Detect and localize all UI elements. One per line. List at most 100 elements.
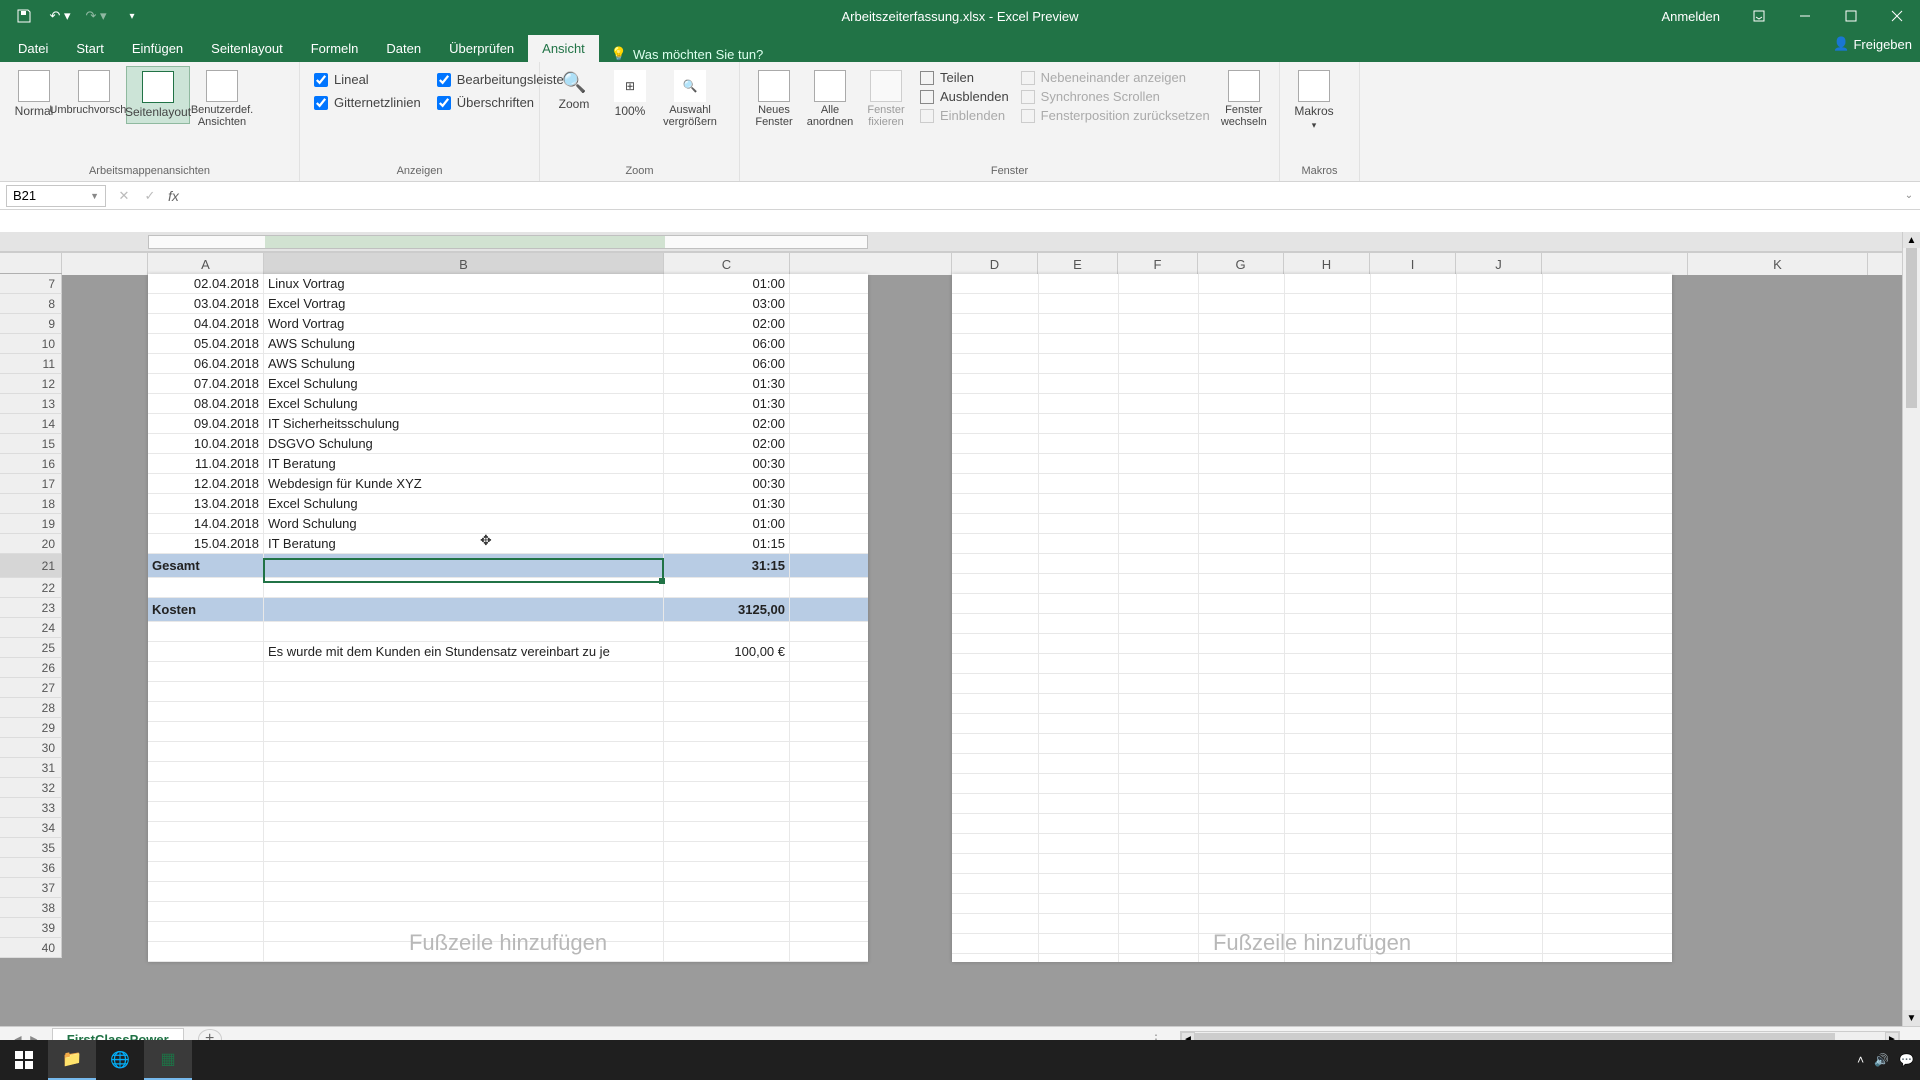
row-header-11[interactable]: 11 [0, 354, 62, 374]
taskbar-excel[interactable]: ▦ [144, 1040, 192, 1080]
row-header-10[interactable]: 10 [0, 334, 62, 354]
undo-icon[interactable]: ↶ ▾ [44, 2, 76, 30]
select-all-corner[interactable] [0, 253, 62, 273]
name-box[interactable]: B21▼ [6, 185, 106, 207]
cell-duration[interactable]: 01:00 [664, 274, 790, 293]
row-header-26[interactable]: 26 [0, 658, 62, 678]
cell-duration[interactable]: 06:00 [664, 334, 790, 353]
tray-action-center-icon[interactable]: 💬 [1899, 1053, 1914, 1067]
table-row[interactable]: 08.04.2018Excel Schulung01:30 [148, 394, 868, 414]
tab-file[interactable]: Datei [4, 35, 62, 62]
cell-date[interactable]: 13.04.2018 [148, 494, 264, 513]
row-header-39[interactable]: 39 [0, 918, 62, 938]
view-custom-views-button[interactable]: Benutzerdef. Ansichten [190, 66, 254, 132]
chk-ruler[interactable]: Lineal [314, 72, 421, 87]
table-row[interactable] [148, 662, 868, 682]
table-row[interactable]: 04.04.2018Word Vortrag02:00 [148, 314, 868, 334]
row-header-22[interactable]: 22 [0, 578, 62, 598]
table-row[interactable]: 11.04.2018IT Beratung00:30 [148, 454, 868, 474]
row-header-36[interactable]: 36 [0, 858, 62, 878]
view-page-break-button[interactable]: Umbruchvorschau [62, 66, 126, 120]
macros-button[interactable]: Makros▾ [1286, 66, 1342, 135]
col-F[interactable]: F [1118, 253, 1198, 275]
row-header-21[interactable]: 21 [0, 554, 62, 578]
table-row[interactable]: 10.04.2018DSGVO Schulung02:00 [148, 434, 868, 454]
cell-desc[interactable]: Excel Vortrag [264, 294, 664, 313]
row-header-33[interactable]: 33 [0, 798, 62, 818]
table-row[interactable] [148, 622, 868, 642]
table-row[interactable] [148, 882, 868, 902]
tab-home[interactable]: Start [62, 35, 117, 62]
scroll-down-icon[interactable]: ▼ [1903, 1010, 1920, 1026]
table-row[interactable] [148, 862, 868, 882]
qat-customize-icon[interactable]: ▾ [116, 2, 148, 30]
ribbon-options-icon[interactable] [1736, 0, 1782, 32]
row-header-29[interactable]: 29 [0, 718, 62, 738]
tray-up-icon[interactable]: ˄ [1857, 1053, 1864, 1067]
col-H[interactable]: H [1284, 253, 1370, 275]
row-header-40[interactable]: 40 [0, 938, 62, 958]
table-row[interactable] [148, 802, 868, 822]
col-C[interactable]: C [664, 253, 790, 275]
fx-icon[interactable]: fx [168, 188, 179, 204]
view-page-layout-button[interactable]: Seitenlayout [126, 66, 190, 124]
row-header-19[interactable]: 19 [0, 514, 62, 534]
table-row[interactable]: 09.04.2018IT Sicherheitsschulung02:00 [148, 414, 868, 434]
arrange-all-button[interactable]: Alle anordnen [802, 66, 858, 132]
freeze-panes-button[interactable]: Fenster fixieren [858, 66, 914, 132]
cell-duration[interactable]: 01:30 [664, 394, 790, 413]
cell-duration[interactable]: 06:00 [664, 354, 790, 373]
column-headers[interactable]: A B C D E F G H I J K L [0, 252, 1920, 274]
cell-desc[interactable]: IT Beratung [264, 454, 664, 473]
table-row[interactable] [148, 682, 868, 702]
zoom-button[interactable]: 🔍Zoom [546, 66, 602, 115]
cell-duration[interactable]: 02:00 [664, 414, 790, 433]
table-row[interactable]: 03.04.2018Excel Vortrag03:00 [148, 294, 868, 314]
row-header-16[interactable]: 16 [0, 454, 62, 474]
row-header-8[interactable]: 8 [0, 294, 62, 314]
tray-volume-icon[interactable]: 🔊 [1874, 1053, 1889, 1067]
cell-duration[interactable]: 02:00 [664, 434, 790, 453]
cell-desc[interactable]: DSGVO Schulung [264, 434, 664, 453]
table-row[interactable] [148, 842, 868, 862]
cell-duration[interactable]: 00:30 [664, 454, 790, 473]
table-row[interactable]: 15.04.2018IT Beratung01:15 [148, 534, 868, 554]
table-row[interactable] [148, 702, 868, 722]
vertical-scrollbar[interactable]: ▲ ▼ [1902, 232, 1920, 1026]
cell-desc[interactable]: Excel Schulung [264, 494, 664, 513]
zoom-selection-button[interactable]: 🔍Auswahl vergrößern [658, 66, 722, 132]
system-tray[interactable]: ˄ 🔊 💬 [1857, 1053, 1914, 1067]
cell-desc[interactable]: Linux Vortrag [264, 274, 664, 293]
zoom-100-button[interactable]: ⊞100% [602, 66, 658, 122]
expand-formula-bar-icon[interactable]: ⌄ [1898, 190, 1920, 201]
row-header-27[interactable]: 27 [0, 678, 62, 698]
table-row[interactable] [148, 822, 868, 842]
cell-duration[interactable]: 01:15 [664, 534, 790, 553]
table-row[interactable]: 02.04.2018Linux Vortrag01:00 [148, 274, 868, 294]
row-header-25[interactable]: 25 [0, 638, 62, 658]
chk-gridlines[interactable]: Gitternetzlinien [314, 95, 421, 110]
col-K[interactable]: K [1688, 253, 1868, 275]
cell-duration[interactable]: 00:30 [664, 474, 790, 493]
hide-button[interactable]: Ausblenden [920, 89, 1009, 104]
cell-date[interactable]: 03.04.2018 [148, 294, 264, 313]
row-header-14[interactable]: 14 [0, 414, 62, 434]
rate-note-row[interactable]: Es wurde mit dem Kunden ein Stundensatz … [148, 642, 868, 662]
table-row[interactable]: 14.04.2018Word Schulung01:00 [148, 514, 868, 534]
row-header-35[interactable]: 35 [0, 838, 62, 858]
table-row[interactable] [148, 762, 868, 782]
row-header-23[interactable]: 23 [0, 598, 62, 618]
col-A[interactable]: A [148, 253, 264, 275]
share-button[interactable]: 👤 Freigeben [1833, 36, 1912, 52]
row-header-32[interactable]: 32 [0, 778, 62, 798]
row-header-9[interactable]: 9 [0, 314, 62, 334]
minimize-button[interactable] [1782, 0, 1828, 32]
scroll-up-icon[interactable]: ▲ [1903, 232, 1920, 248]
row-header-24[interactable]: 24 [0, 618, 62, 638]
cell-desc[interactable]: Excel Schulung [264, 394, 664, 413]
tab-pagelayout[interactable]: Seitenlayout [197, 35, 297, 62]
row-header-28[interactable]: 28 [0, 698, 62, 718]
cell-desc[interactable]: Word Schulung [264, 514, 664, 533]
row-header-20[interactable]: 20 [0, 534, 62, 554]
footer-placeholder[interactable]: Fußzeile hinzufügen [148, 930, 868, 956]
